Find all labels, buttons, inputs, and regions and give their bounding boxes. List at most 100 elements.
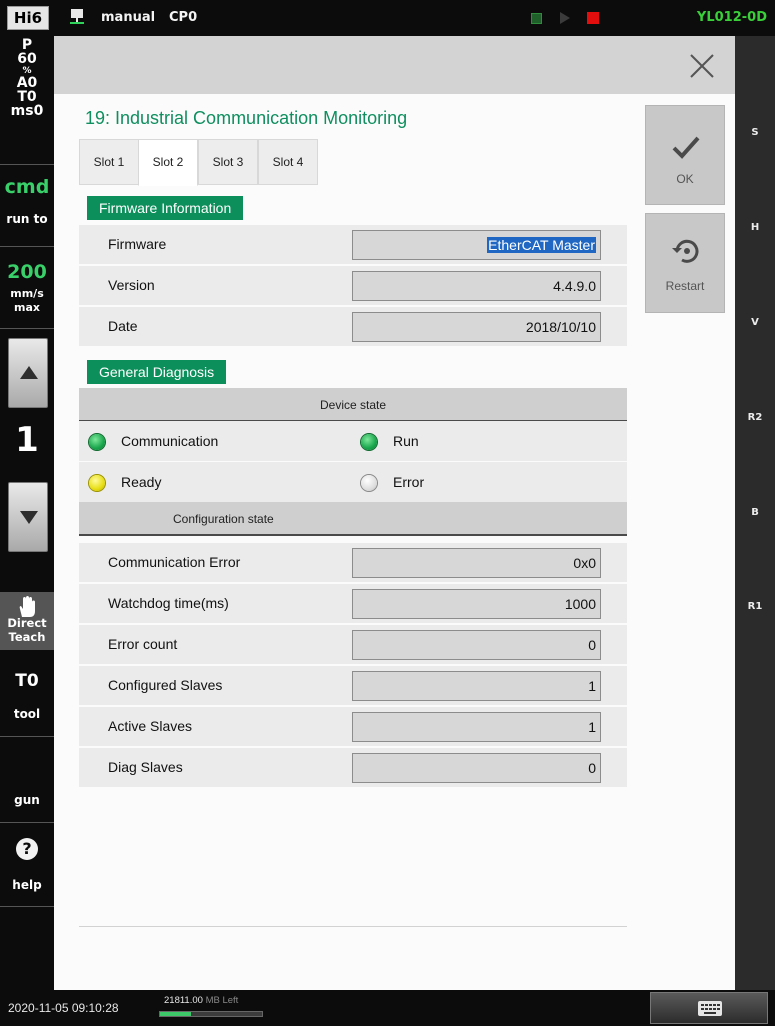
teach-label: Teach xyxy=(8,630,46,644)
active-slaves-value[interactable]: 1 xyxy=(352,712,601,742)
screen-bottom-edge xyxy=(0,1026,775,1033)
divider xyxy=(0,246,54,247)
status-t: T0 xyxy=(17,89,37,105)
date-row: Date 2018/10/10 xyxy=(79,307,627,347)
help-button[interactable]: help xyxy=(0,878,54,892)
memory-bar-fill xyxy=(160,1012,191,1016)
ok-button[interactable]: OK xyxy=(645,105,725,205)
config-row: Communication Error 0x0 xyxy=(79,543,627,583)
diagnosis-section-header: General Diagnosis xyxy=(87,360,227,384)
firmware-value-field[interactable]: EtherCAT Master xyxy=(352,230,601,260)
axis-label-s[interactable]: S xyxy=(735,127,775,138)
control-point: CP0 xyxy=(169,10,198,25)
version-label: Version xyxy=(108,277,155,293)
step-down-button[interactable] xyxy=(8,482,48,552)
date-value[interactable]: 2018/10/10 xyxy=(352,312,601,342)
left-sidebar: P 60 % A0 T0 ms0 cmd run to 200 mm/s max… xyxy=(0,36,54,990)
controller-brand-badge: Hi6 xyxy=(7,6,49,30)
firmware-value: EtherCAT Master xyxy=(487,237,596,253)
restart-label: Restart xyxy=(665,279,705,293)
axis-label-v[interactable]: V xyxy=(735,317,775,328)
tab-slot-3[interactable]: Slot 3 xyxy=(198,139,258,185)
firmware-label: Firmware xyxy=(108,236,167,252)
close-icon[interactable] xyxy=(687,51,717,81)
active-slaves-label: Active Slaves xyxy=(108,718,193,734)
ready-led-icon xyxy=(89,475,105,491)
configured-slaves-value[interactable]: 1 xyxy=(352,671,601,701)
direct-teach-label: Direct Teach xyxy=(0,616,54,644)
tool-label: tool xyxy=(13,707,41,721)
configured-slaves-label: Configured Slaves xyxy=(108,677,223,693)
config-row: Active Slaves 1 xyxy=(79,707,627,747)
speed-unit-label: mm/s xyxy=(10,287,44,300)
speed-mode-label: max xyxy=(14,301,40,314)
device-state-row: Ready Error xyxy=(79,462,627,503)
configuration-state-header: Configuration state xyxy=(79,502,627,536)
axis-label-b[interactable]: B xyxy=(735,507,775,518)
gun-button[interactable]: gun xyxy=(0,793,54,807)
ok-label: OK xyxy=(676,172,694,186)
error-state-label: Error xyxy=(393,474,425,490)
config-row: Watchdog time(ms) 1000 xyxy=(79,584,627,624)
run-led-icon xyxy=(361,434,377,450)
divider xyxy=(0,164,54,165)
speed-unit: mm/s max xyxy=(0,287,54,315)
status-ms: ms0 xyxy=(10,103,44,119)
restart-button[interactable]: Restart xyxy=(645,213,725,313)
error-led-icon xyxy=(361,475,377,491)
divider xyxy=(0,328,54,329)
direct-teach-button[interactable]: Direct Teach xyxy=(0,592,54,650)
speed-value[interactable]: 200 xyxy=(0,261,54,283)
help-icon[interactable]: ? xyxy=(16,838,38,860)
tab-slot-4[interactable]: Slot 4 xyxy=(258,139,318,185)
memory-status: 21811.00 MB Left xyxy=(164,995,238,1006)
keyboard-icon xyxy=(698,1001,722,1016)
version-value[interactable]: 4.4.9.0 xyxy=(352,271,601,301)
device-state-header: Device state xyxy=(79,388,627,422)
dialog-header xyxy=(54,36,735,94)
axis-sidebar: S H V R2 B R1 xyxy=(735,36,775,990)
direct-label: Direct xyxy=(7,616,47,630)
memory-unit: MB Left xyxy=(205,995,239,1006)
keyboard-button[interactable] xyxy=(650,992,768,1024)
divider xyxy=(0,906,54,907)
status-p: P xyxy=(21,37,33,53)
diag-slaves-value[interactable]: 0 xyxy=(352,753,601,783)
stop-status-indicator-icon xyxy=(587,12,599,24)
tab-slot-1[interactable]: Slot 1 xyxy=(79,139,139,185)
robot-id: YL012-0D xyxy=(696,10,767,25)
cmd-mode[interactable]: cmd xyxy=(0,176,54,198)
axis-label-r2[interactable]: R2 xyxy=(735,412,775,423)
communication-state-label: Communication xyxy=(121,433,219,449)
top-status-bar: Hi6 manual CP0 YL012-0D xyxy=(0,0,775,36)
error-count-label: Error count xyxy=(108,636,178,652)
memory-value: 21811.00 xyxy=(164,995,203,1006)
axis-label-h[interactable]: H xyxy=(735,222,775,233)
tool-number[interactable]: T0 xyxy=(0,671,54,691)
tab-slot-2[interactable]: Slot 2 xyxy=(138,139,198,186)
communication-error-value[interactable]: 0x0 xyxy=(352,548,601,578)
config-row: Diag Slaves 0 xyxy=(79,748,627,788)
config-row: Error count 0 xyxy=(79,625,627,665)
watchdog-time-value[interactable]: 1000 xyxy=(352,589,601,619)
ready-state-label: Ready xyxy=(121,474,162,490)
step-number: 1 xyxy=(15,420,39,460)
diag-slaves-label: Diag Slaves xyxy=(108,759,183,775)
version-row: Version 4.4.9.0 xyxy=(79,266,627,306)
operation-mode: manual xyxy=(101,10,156,25)
communication-error-label: Communication Error xyxy=(108,554,241,570)
page-title: 19: Industrial Communication Monitoring xyxy=(85,108,408,128)
green-status-indicator-icon xyxy=(531,13,542,24)
teach-pendant-icon xyxy=(70,9,84,27)
date-time: 2020-11-05 09:10:28 xyxy=(8,1001,119,1015)
play-status-icon xyxy=(560,12,570,24)
step-up-button[interactable] xyxy=(8,338,48,408)
checkmark-icon xyxy=(672,136,700,159)
date-label: Date xyxy=(108,318,138,334)
firmware-row: Firmware EtherCAT Master xyxy=(79,225,627,265)
watchdog-time-label: Watchdog time(ms) xyxy=(108,595,229,611)
device-state-row: Communication Run xyxy=(79,421,627,462)
error-count-value[interactable]: 0 xyxy=(352,630,601,660)
divider xyxy=(0,822,54,823)
axis-label-r1[interactable]: R1 xyxy=(735,601,775,612)
